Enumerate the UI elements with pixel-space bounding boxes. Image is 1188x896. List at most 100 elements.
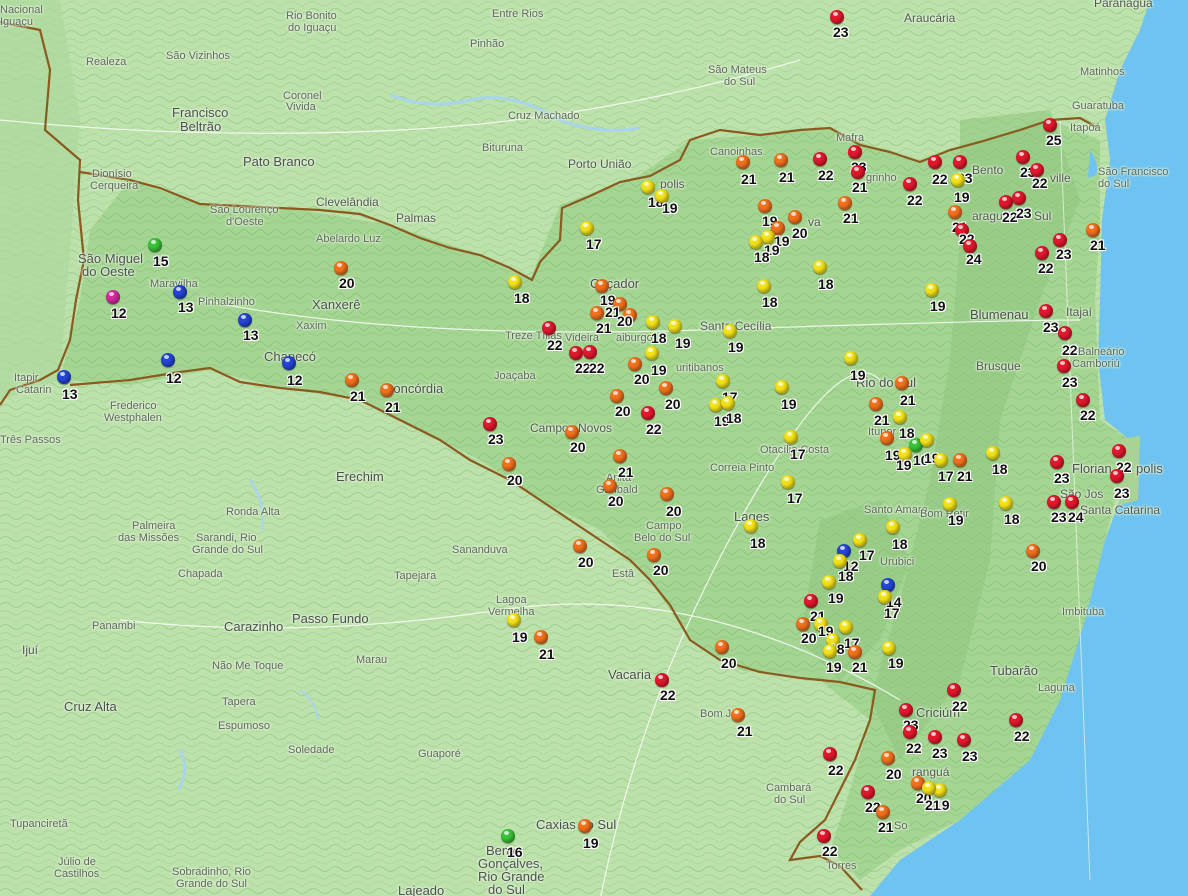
station-marker[interactable] — [948, 205, 962, 219]
station-marker[interactable] — [580, 221, 594, 235]
station-marker[interactable] — [1039, 304, 1053, 318]
station-marker[interactable] — [758, 199, 772, 213]
station-marker[interactable] — [817, 829, 831, 843]
station-marker[interactable] — [928, 730, 942, 744]
station-marker[interactable] — [578, 819, 592, 833]
station-marker[interactable] — [882, 641, 896, 655]
station-marker[interactable] — [57, 370, 71, 384]
station-marker[interactable] — [774, 153, 788, 167]
station-marker[interactable] — [895, 376, 909, 390]
station-marker[interactable] — [796, 617, 810, 631]
station-marker[interactable] — [345, 373, 359, 387]
station-marker[interactable] — [1012, 191, 1026, 205]
station-marker[interactable] — [775, 380, 789, 394]
station-marker[interactable] — [757, 279, 771, 293]
station-marker[interactable] — [628, 357, 642, 371]
station-marker[interactable] — [833, 554, 847, 568]
station-marker[interactable] — [957, 733, 971, 747]
station-marker[interactable] — [1035, 246, 1049, 260]
station-marker[interactable] — [715, 640, 729, 654]
station-marker[interactable] — [641, 406, 655, 420]
station-marker[interactable] — [876, 805, 890, 819]
station-marker[interactable] — [731, 708, 745, 722]
station-marker[interactable] — [173, 285, 187, 299]
station-marker[interactable] — [1112, 444, 1126, 458]
station-marker[interactable] — [823, 747, 837, 761]
station-marker[interactable] — [788, 210, 802, 224]
station-marker[interactable] — [721, 396, 735, 410]
station-marker[interactable] — [1047, 495, 1061, 509]
station-marker[interactable] — [903, 177, 917, 191]
station-marker[interactable] — [838, 196, 852, 210]
station-marker[interactable] — [903, 725, 917, 739]
station-marker[interactable] — [999, 195, 1013, 209]
station-marker[interactable] — [830, 10, 844, 24]
station-marker[interactable] — [1086, 223, 1100, 237]
station-marker[interactable] — [334, 261, 348, 275]
station-marker[interactable] — [999, 496, 1013, 510]
station-marker[interactable] — [986, 446, 1000, 460]
station-marker[interactable] — [483, 417, 497, 431]
station-marker[interactable] — [848, 645, 862, 659]
station-marker[interactable] — [106, 290, 120, 304]
station-marker[interactable] — [893, 410, 907, 424]
station-marker[interactable] — [953, 453, 967, 467]
station-marker[interactable] — [668, 319, 682, 333]
station-marker[interactable] — [1057, 359, 1071, 373]
station-marker[interactable] — [1110, 469, 1124, 483]
station-marker[interactable] — [613, 449, 627, 463]
station-marker[interactable] — [928, 155, 942, 169]
station-marker[interactable] — [565, 425, 579, 439]
station-marker[interactable] — [839, 620, 853, 634]
station-marker[interactable] — [880, 431, 894, 445]
station-marker[interactable] — [573, 539, 587, 553]
station-marker[interactable] — [282, 356, 296, 370]
station-marker[interactable] — [861, 785, 875, 799]
station-marker[interactable] — [1053, 233, 1067, 247]
station-marker[interactable] — [848, 145, 862, 159]
station-marker[interactable] — [660, 487, 674, 501]
station-marker[interactable] — [583, 345, 597, 359]
station-marker[interactable] — [542, 321, 556, 335]
station-marker[interactable] — [784, 430, 798, 444]
station-marker[interactable] — [1076, 393, 1090, 407]
station-marker[interactable] — [646, 315, 660, 329]
station-marker[interactable] — [899, 703, 913, 717]
station-marker[interactable] — [161, 353, 175, 367]
station-marker[interactable] — [947, 683, 961, 697]
station-marker[interactable] — [1065, 495, 1079, 509]
station-marker[interactable] — [501, 829, 515, 843]
station-marker[interactable] — [804, 594, 818, 608]
station-marker[interactable] — [723, 324, 737, 338]
station-marker[interactable] — [869, 397, 883, 411]
station-marker[interactable] — [645, 346, 659, 360]
station-marker[interactable] — [813, 152, 827, 166]
station-marker[interactable] — [934, 453, 948, 467]
station-marker[interactable] — [502, 457, 516, 471]
station-marker[interactable] — [951, 173, 965, 187]
station-marker[interactable] — [1050, 455, 1064, 469]
station-marker[interactable] — [1043, 118, 1057, 132]
station-marker[interactable] — [641, 180, 655, 194]
station-marker[interactable] — [925, 283, 939, 297]
station-marker[interactable] — [878, 590, 892, 604]
station-marker[interactable] — [610, 389, 624, 403]
station-marker[interactable] — [881, 751, 895, 765]
station-marker[interactable] — [148, 238, 162, 252]
station-marker[interactable] — [920, 433, 934, 447]
station-marker[interactable] — [590, 306, 604, 320]
station-marker[interactable] — [813, 260, 827, 274]
station-marker[interactable] — [943, 497, 957, 511]
station-marker[interactable] — [853, 533, 867, 547]
station-marker[interactable] — [953, 155, 967, 169]
station-marker[interactable] — [659, 381, 673, 395]
station-marker[interactable] — [1016, 150, 1030, 164]
station-marker[interactable] — [603, 479, 617, 493]
station-marker[interactable] — [655, 673, 669, 687]
station-marker[interactable] — [507, 613, 521, 627]
station-marker[interactable] — [822, 575, 836, 589]
station-marker[interactable] — [851, 165, 865, 179]
station-marker[interactable] — [922, 781, 936, 795]
station-marker[interactable] — [595, 279, 609, 293]
station-marker[interactable] — [1009, 713, 1023, 727]
